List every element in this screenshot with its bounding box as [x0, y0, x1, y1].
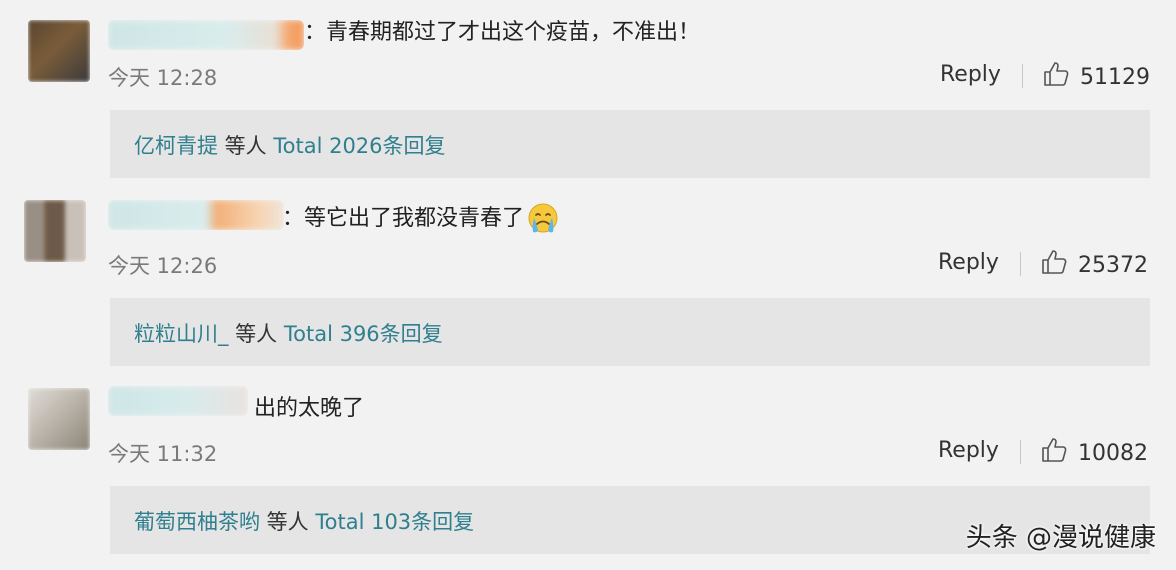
- comment-time: 今天 11:32: [108, 442, 218, 466]
- comment-text: ：青春期都过了才出这个疫苗，不准出！: [304, 20, 701, 45]
- username-redacted[interactable]: [108, 20, 304, 50]
- like-count: 10082: [1078, 440, 1148, 466]
- reply-suffix: 等人: [260, 510, 316, 534]
- reply-usernames[interactable]: 亿柯青提: [134, 134, 218, 158]
- like-button[interactable]: 25372: [1040, 248, 1148, 282]
- replies-summary[interactable]: 粒粒山川_ 等人 Total 396条回复: [110, 298, 1150, 366]
- comment-item: ：青春期都过了才出这个疫苗，不准出！ 今天 12:28 Reply 51129 …: [0, 0, 1176, 188]
- watermark: 头条 @漫说健康: [965, 523, 1156, 553]
- divider: [1020, 252, 1021, 276]
- thumbs-up-icon: [1042, 60, 1070, 94]
- reply-button[interactable]: Reply: [940, 62, 1001, 87]
- comment-text: ：等它出了我都没青春了: [282, 202, 560, 236]
- reply-usernames[interactable]: 葡萄西柚茶哟: [134, 510, 260, 534]
- comment-time: 今天 12:28: [108, 66, 218, 90]
- total-replies-link[interactable]: Total 103条回复: [315, 510, 474, 534]
- replies-summary[interactable]: 亿柯青提 等人 Total 2026条回复: [110, 110, 1150, 178]
- reply-usernames[interactable]: 粒粒山川_: [134, 322, 229, 346]
- comment-text: 出的太晚了: [254, 396, 365, 421]
- like-count: 51129: [1080, 64, 1150, 90]
- comment-item: ：等它出了我都没青春了 今天 12:26 Reply 25372 粒粒山川_ 等…: [0, 188, 1176, 376]
- reply-suffix: 等人: [218, 134, 274, 158]
- avatar[interactable]: [28, 20, 90, 82]
- thumbs-up-icon: [1040, 436, 1068, 470]
- like-count: 25372: [1078, 252, 1148, 278]
- like-button[interactable]: 10082: [1040, 436, 1148, 470]
- like-button[interactable]: 51129: [1042, 60, 1150, 94]
- total-replies-link[interactable]: Total 396条回复: [284, 322, 443, 346]
- reply-suffix: 等人: [228, 322, 284, 346]
- avatar[interactable]: [24, 200, 86, 262]
- reply-button[interactable]: Reply: [938, 250, 999, 275]
- total-replies-link[interactable]: Total 2026条回复: [273, 134, 445, 158]
- username-redacted[interactable]: [108, 386, 248, 416]
- username-redacted[interactable]: [108, 200, 284, 230]
- comment-time: 今天 12:26: [108, 254, 218, 278]
- divider: [1020, 440, 1021, 464]
- avatar[interactable]: [28, 388, 90, 450]
- reply-button[interactable]: Reply: [938, 438, 999, 463]
- crying-face-icon: [526, 202, 560, 236]
- divider: [1022, 64, 1023, 88]
- thumbs-up-icon: [1040, 248, 1068, 282]
